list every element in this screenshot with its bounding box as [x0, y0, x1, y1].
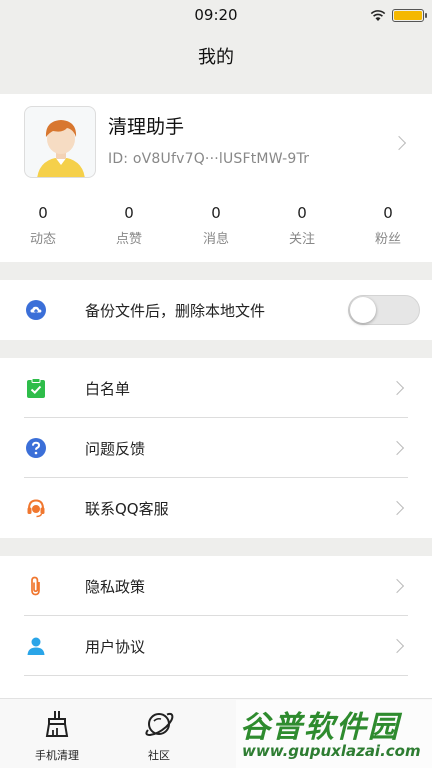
stat-posts[interactable]: 0 动态 — [13, 204, 73, 247]
chevron-right-icon — [391, 135, 407, 151]
planet-icon — [145, 712, 174, 737]
stat-likes[interactable]: 0 点赞 — [99, 204, 159, 247]
status-time: 09:20 — [194, 6, 238, 24]
avatar[interactable] — [24, 106, 96, 178]
chevron-right-icon — [389, 638, 405, 654]
paperclip-icon — [31, 576, 40, 596]
username: 清理助手 — [108, 116, 185, 138]
stat-label: 粉丝 — [374, 232, 401, 247]
stat-label: 点赞 — [115, 232, 142, 247]
menu-item-agreement[interactable]: 用户协议 — [0, 616, 432, 676]
menu-label: 隐私政策 — [85, 578, 146, 596]
status-bar: 09:20 — [0, 0, 432, 30]
backup-label: 备份文件后，删除本地文件 — [85, 302, 266, 320]
stat-value: 0 — [124, 204, 134, 222]
battery-icon — [392, 9, 427, 22]
question-circle-icon — [26, 438, 46, 458]
menu-label: 用户协议 — [85, 638, 146, 656]
backup-section: 备份文件后，删除本地文件 — [0, 280, 432, 340]
chevron-right-icon — [389, 500, 405, 516]
broom-icon — [45, 711, 69, 737]
stat-label: 消息 — [202, 232, 229, 247]
watermark: 谷普软件园 www.gupuxlazai.com — [236, 700, 432, 768]
chevron-right-icon — [389, 380, 405, 396]
stat-messages[interactable]: 0 消息 — [186, 204, 246, 247]
menu-item-feedback[interactable]: 问题反馈 — [0, 418, 432, 478]
stat-value: 0 — [297, 204, 307, 222]
chevron-right-icon — [389, 578, 405, 594]
user-id: ID: oV8Ufv7Q···lUSFtMW-9Tr — [108, 151, 310, 167]
toggle-knob — [350, 297, 376, 323]
stat-value: 0 — [383, 204, 393, 222]
menu-item-privacy[interactable]: 隐私政策 — [0, 556, 432, 616]
tab-community[interactable]: 社区 — [124, 709, 194, 763]
headset-icon — [27, 499, 45, 518]
stat-value: 0 — [211, 204, 221, 222]
menu-item-whitelist[interactable]: 白名单 — [0, 358, 432, 418]
tab-label: 社区 — [148, 749, 170, 762]
menu-label: 问题反馈 — [85, 440, 146, 458]
user-icon — [27, 637, 45, 655]
menu-label: 白名单 — [85, 380, 131, 398]
stat-value: 0 — [38, 204, 48, 222]
chevron-right-icon — [389, 440, 405, 456]
cloud-upload-icon — [26, 300, 46, 320]
page-title: 我的 — [0, 30, 432, 88]
stats-row: 0 动态 0 点赞 0 消息 0 关注 0 粉丝 — [0, 204, 432, 254]
menu-section-2: 隐私政策 用户协议 — [0, 556, 432, 698]
stat-followers[interactable]: 0 粉丝 — [358, 204, 418, 247]
tab-label: 手机清理 — [35, 749, 79, 762]
user-avatar-icon — [37, 120, 85, 177]
backup-toggle[interactable] — [348, 295, 420, 325]
stat-following[interactable]: 0 关注 — [272, 204, 332, 247]
tab-phone-clean[interactable]: 手机清理 — [22, 709, 92, 763]
stat-label: 动态 — [29, 232, 56, 247]
profile-card[interactable]: 清理助手 ID: oV8Ufv7Q···lUSFtMW-9Tr 0 动态 0 点… — [0, 94, 432, 262]
backup-row: 备份文件后，删除本地文件 — [0, 280, 432, 340]
divider — [24, 675, 408, 676]
stat-label: 关注 — [288, 232, 315, 247]
watermark-title: 谷普软件园 — [240, 710, 400, 745]
watermark-url: www.gupuxlazai.com — [242, 742, 421, 760]
menu-label: 联系QQ客服 — [85, 500, 169, 518]
menu-section-1: 白名单 问题反馈 联系QQ客服 — [0, 358, 432, 538]
wifi-icon — [370, 10, 386, 21]
clipboard-check-icon — [27, 378, 45, 398]
menu-item-qq-service[interactable]: 联系QQ客服 — [0, 478, 432, 538]
